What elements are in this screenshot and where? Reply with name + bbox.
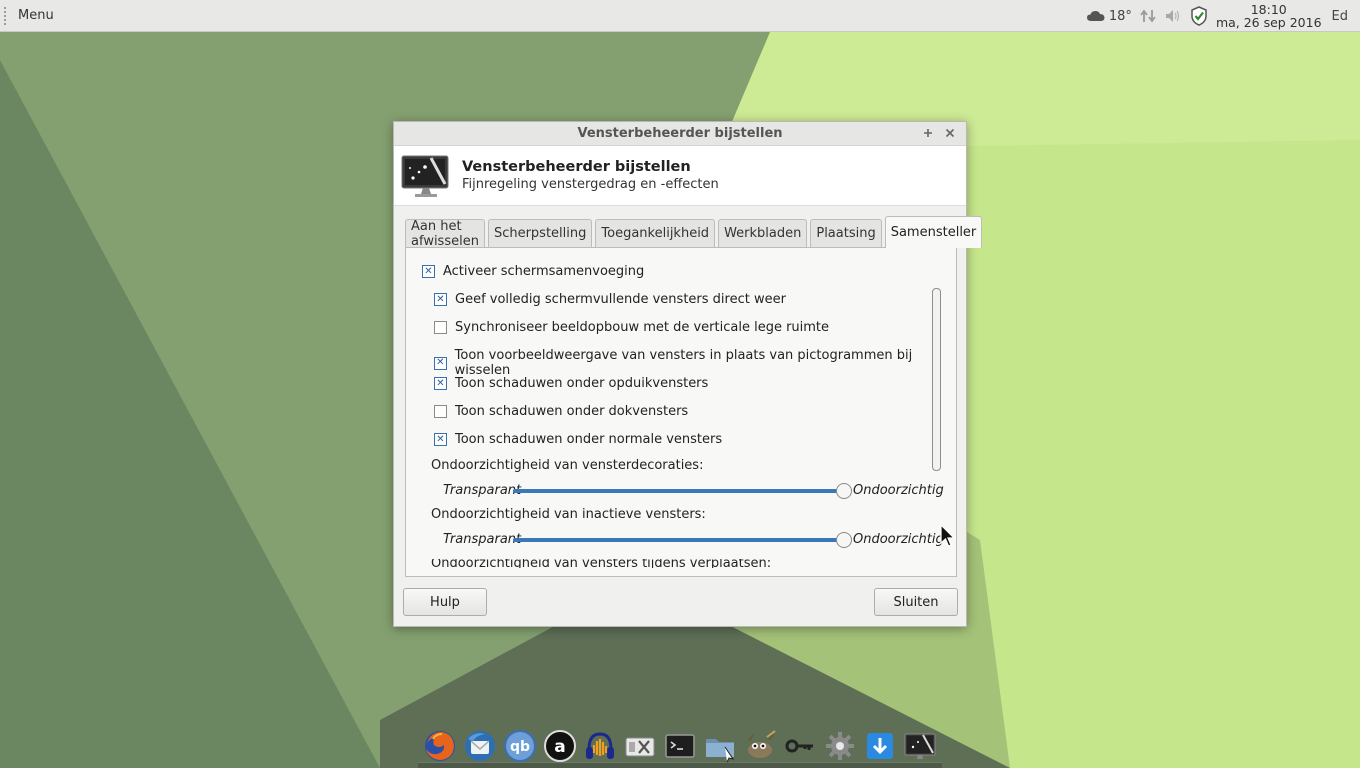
window-magic-icon (401, 155, 449, 197)
network-arrows-icon (1140, 9, 1156, 23)
audacity-icon[interactable] (582, 728, 618, 764)
decoration-opacity-slider[interactable]: Transparant Ondoorzichtig (443, 481, 944, 501)
amarok-icon[interactable]: a (542, 728, 578, 764)
dialog-header: Vensterbeheerder bijstellen Fijnregeling… (394, 146, 966, 206)
checkbox-label: Synchroniseer beeldopbouw met de vertica… (455, 320, 830, 335)
option-checkbox-4[interactable]: Toon schaduwen onder dokvensters (434, 404, 688, 419)
firefox-icon[interactable] (422, 728, 458, 764)
checkbox-box: ✕ (434, 433, 447, 446)
compositor-panel: ✕ Activeer schermsamenvoeging ✕ Geef vol… (405, 247, 957, 577)
speaker-icon (1165, 10, 1180, 22)
enable-compositor-checkbox[interactable]: ✕ Activeer schermsamenvoeging (422, 264, 644, 279)
top-panel: Menu 18° 18:10 ma, 26 sep 2016 Ed (0, 0, 1360, 32)
slider-track[interactable] (513, 538, 845, 542)
user-menu[interactable]: Ed (1332, 9, 1348, 24)
pin-button[interactable] (920, 125, 936, 141)
plus-icon (924, 129, 932, 137)
option-checkbox-0[interactable]: ✕ Geef volledig schermvullende vensters … (434, 292, 786, 307)
window-manager-tweaks-dialog: Vensterbeheerder bijstellen Vensterbehee… (393, 121, 983, 627)
option-checkbox-3[interactable]: ✕ Toon schaduwen onder opduikvensters (434, 376, 708, 391)
slider-min-label: Transparant (443, 483, 522, 498)
cloud-icon (1086, 11, 1105, 21)
tab-accessibility[interactable]: Toegankelijkheid (595, 219, 716, 247)
checkbox-label: Toon schaduwen onder opduikvensters (455, 376, 709, 391)
option-checkbox-1[interactable]: Synchroniseer beeldopbouw met de vertica… (434, 320, 829, 335)
tab-compositor[interactable]: Samensteller (884, 216, 983, 248)
tab-cycling[interactable]: Aan het afwisselen (405, 219, 485, 249)
scrollbar-thumb[interactable] (932, 288, 941, 471)
tab-placement[interactable]: Plaatsing (810, 219, 882, 247)
weather-applet[interactable]: 18° (1086, 9, 1132, 24)
gimp-icon[interactable] (742, 728, 778, 764)
settings-manager-icon[interactable] (622, 728, 658, 764)
system-tray: 18° 18:10 ma, 26 sep 2016 Ed (1086, 0, 1360, 32)
tab-workspaces[interactable]: Werkbladen (718, 219, 808, 247)
option-checkbox-2[interactable]: ✕ Toon voorbeeldweergave van vensters in… (434, 348, 956, 378)
clock-date: ma, 26 sep 2016 (1215, 15, 1322, 30)
keys-icon[interactable] (782, 728, 818, 764)
inactive-opacity-label: Ondoorzichtigheid van inactieve vensters… (431, 507, 706, 522)
checkbox-label: Toon schaduwen onder normale vensters (455, 432, 723, 447)
network-applet[interactable] (1140, 8, 1156, 24)
terminal-icon[interactable] (662, 728, 698, 764)
weather-temperature: 18° (1108, 8, 1132, 24)
window-title: Vensterbeheerder bijstellen (577, 126, 783, 141)
slider-track[interactable] (513, 489, 845, 493)
checkbox-label: Geef volledig schermvullende vensters di… (455, 292, 786, 307)
file-manager-icon[interactable] (702, 728, 738, 764)
update-applet[interactable] (1190, 6, 1208, 26)
titlebar[interactable]: Vensterbeheerder bijstellen (394, 122, 966, 146)
checkbox-box: ✕ (434, 356, 447, 370)
checkbox-box: ✕ (434, 293, 447, 306)
checkbox-box: ✕ (434, 377, 447, 390)
close-button[interactable]: Sluiten (874, 588, 958, 616)
checkbox-label: Toon schaduwen onder dokvensters (455, 404, 689, 419)
download-icon[interactable] (862, 728, 898, 764)
checkbox-label: Toon voorbeeldweergave van vensters in p… (454, 348, 913, 378)
decoration-opacity-label: Ondoorzichtigheid van vensterdecoraties: (431, 458, 704, 473)
shield-check-icon (1191, 6, 1207, 26)
slider-knob[interactable] (836, 483, 852, 499)
slider-knob[interactable] (836, 532, 852, 548)
window-manager-tweaks-icon[interactable] (902, 728, 938, 764)
header-title: Vensterbeheerder bijstellen (462, 159, 691, 175)
close-window-button[interactable] (942, 125, 958, 141)
move-opacity-label: Ondoorzichtigheid van vensters tijdens v… (431, 559, 771, 568)
checkbox-box (434, 321, 447, 334)
qbittorrent-icon[interactable]: qb (502, 728, 538, 764)
move-opacity-text: Ondoorzichtigheid van vensters tijdens v… (431, 559, 772, 568)
checkbox-box (434, 405, 447, 418)
checkbox-box: ✕ (422, 265, 435, 278)
option-checkbox-5[interactable]: ✕ Toon schaduwen onder normale vensters (434, 432, 722, 447)
tab-focus[interactable]: Scherpstelling (487, 219, 593, 247)
gear-icon[interactable] (822, 728, 858, 764)
clock[interactable]: 18:10 ma, 26 sep 2016 (1216, 3, 1322, 29)
thunderbird-icon[interactable] (462, 728, 498, 764)
help-button[interactable]: Hulp (403, 588, 487, 616)
close-icon (945, 128, 955, 138)
panel-handle[interactable] (4, 6, 10, 25)
tab-bar: Aan het afwisselen Scherpstelling Toegan… (405, 216, 985, 249)
mouse-cursor-icon (940, 524, 956, 547)
inactive-opacity-slider[interactable]: Transparant Ondoorzichtig (443, 530, 944, 550)
slider-min-label: Transparant (443, 532, 522, 547)
svg-text:a: a (554, 737, 565, 757)
menu-button[interactable]: Menu (18, 8, 54, 23)
checkbox-label: Activeer schermsamenvoeging (443, 264, 645, 279)
dock: qb a (418, 724, 942, 768)
svg-text:qb: qb (510, 739, 530, 755)
volume-applet[interactable] (1164, 8, 1182, 24)
header-subtitle: Fijnregeling venstergedrag en -effecten (462, 177, 719, 192)
